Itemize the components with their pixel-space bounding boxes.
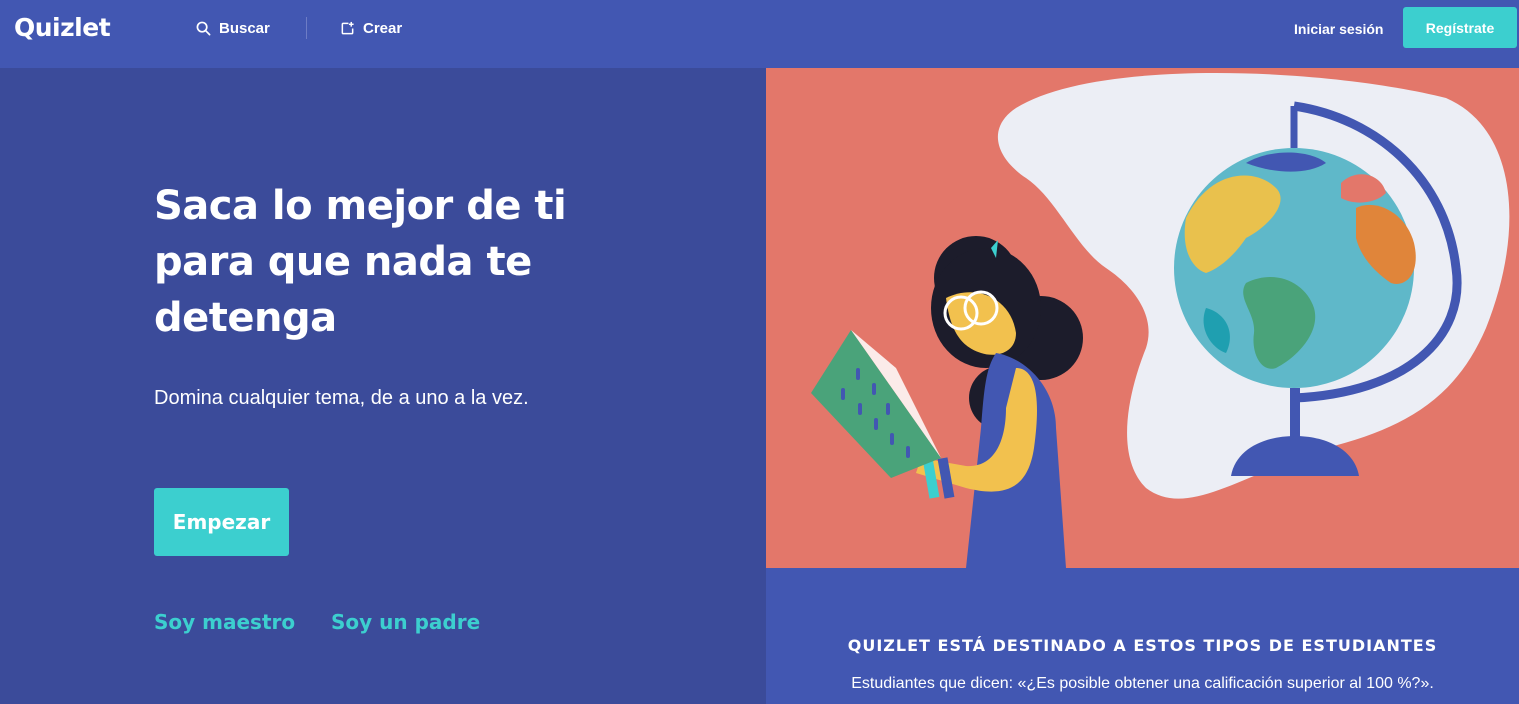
create-button[interactable]: Crear: [340, 20, 402, 37]
create-icon: [341, 21, 354, 35]
top-nav: Quizlet Buscar Crear Iniciar sesión Regí…: [0, 0, 1519, 68]
hero-section: [0, 68, 766, 704]
student-quote: Estudiantes que dicen: «¿Es posible obte…: [851, 675, 1434, 692]
hero-headline: Saca lo mejor de ti para que nada te det…: [154, 183, 567, 341]
hero-subtitle: Domina cualquier tema, de a uno a la vez…: [154, 387, 529, 409]
teacher-link[interactable]: Soy maestro: [154, 610, 295, 634]
signup-button[interactable]: Regístrate: [1403, 7, 1517, 48]
search-label: Buscar: [219, 20, 270, 37]
create-label: Crear: [363, 20, 403, 37]
search-button[interactable]: Buscar: [196, 20, 270, 37]
search-icon: [196, 21, 211, 36]
student-types-title: QUIZLET ESTÁ DESTINADO A ESTOS TIPOS DE …: [847, 636, 1438, 655]
start-button[interactable]: Empezar: [154, 488, 289, 556]
signin-link[interactable]: Iniciar sesión: [1294, 21, 1383, 37]
nav-divider: [306, 17, 307, 39]
quizlet-logo[interactable]: Quizlet: [14, 13, 111, 42]
hero-illustration: [766, 68, 1519, 568]
parent-link[interactable]: Soy un padre: [331, 610, 480, 634]
student-globe-illustration: [811, 73, 1510, 568]
student-types-section: QUIZLET ESTÁ DESTINADO A ESTOS TIPOS DE …: [766, 568, 1519, 704]
